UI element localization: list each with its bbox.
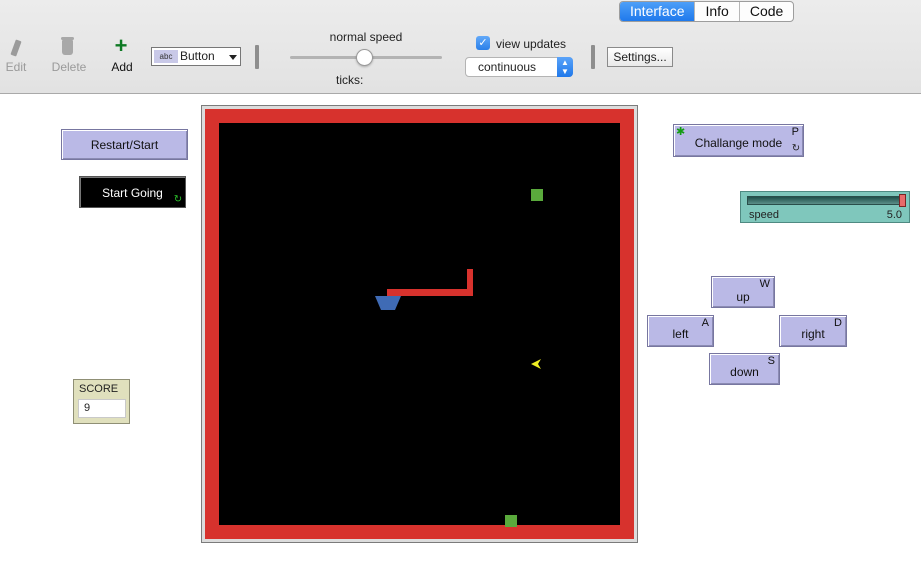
snake-body bbox=[387, 269, 473, 296]
forever-icon: ↻ bbox=[173, 194, 183, 205]
update-mode-select[interactable]: continuous ▲ ▼ bbox=[465, 57, 573, 77]
snake-head bbox=[375, 296, 401, 310]
trash-icon bbox=[61, 37, 74, 55]
world-view-frame bbox=[201, 105, 638, 543]
tab-bar: Interface Info Code bbox=[619, 1, 795, 22]
delete-button[interactable]: Delete bbox=[50, 60, 88, 74]
down-button[interactable]: S down bbox=[709, 353, 780, 385]
delete-label: Delete bbox=[51, 60, 87, 74]
down-label: down bbox=[730, 365, 759, 379]
challenge-mode-label: Challange mode bbox=[694, 136, 783, 150]
slider-name: speed bbox=[749, 209, 779, 221]
up-button[interactable]: W up bbox=[711, 276, 775, 308]
plus-icon: + bbox=[114, 33, 128, 58]
forever-icon: ↻ bbox=[791, 143, 801, 154]
start-going-button[interactable]: Start Going ↻ bbox=[79, 176, 186, 208]
add-button[interactable]: Add bbox=[108, 60, 136, 74]
arrow-agent bbox=[531, 359, 541, 369]
widget-type-value: Button bbox=[180, 49, 215, 63]
select-arrows-icon: ▲ ▼ bbox=[557, 57, 573, 77]
score-monitor: SCORE 9 bbox=[73, 379, 130, 424]
world-canvas bbox=[205, 109, 634, 539]
score-value: 9 bbox=[78, 399, 126, 418]
restart-start-button[interactable]: Restart/Start bbox=[61, 129, 188, 160]
score-name: SCORE bbox=[79, 383, 119, 395]
restart-start-label: Restart/Start bbox=[90, 138, 159, 152]
toolbar: Interface Info Code Edit Delete + Add ab… bbox=[0, 0, 921, 94]
right-label: right bbox=[801, 327, 825, 341]
border-wall bbox=[205, 109, 634, 539]
food-item bbox=[531, 189, 543, 201]
update-mode-value: continuous bbox=[478, 60, 537, 74]
slider-track[interactable] bbox=[747, 196, 904, 205]
tab-code[interactable]: Code bbox=[738, 2, 793, 21]
add-label: Add bbox=[111, 60, 133, 74]
chevron-down-icon bbox=[229, 55, 237, 60]
slider-knob[interactable] bbox=[899, 194, 906, 207]
slider-value: 5.0 bbox=[886, 209, 902, 221]
up-key: W bbox=[759, 278, 770, 290]
start-going-label: Start Going bbox=[102, 186, 163, 200]
right-button[interactable]: D right bbox=[779, 315, 847, 347]
left-button[interactable]: A left bbox=[647, 315, 714, 347]
speed-slider-knob[interactable] bbox=[356, 49, 373, 66]
left-label: left bbox=[672, 327, 689, 341]
world-view[interactable] bbox=[205, 109, 634, 539]
view-updates-label: view updates bbox=[496, 37, 567, 51]
view-updates-checkbox[interactable]: ✓ bbox=[476, 36, 490, 50]
button-widget-icon: abc bbox=[154, 50, 178, 63]
edit-button[interactable]: Edit bbox=[5, 60, 27, 74]
toolbar-divider bbox=[255, 45, 259, 69]
tab-info[interactable]: Info bbox=[694, 2, 738, 21]
edit-label: Edit bbox=[5, 60, 27, 74]
up-label: up bbox=[736, 290, 750, 304]
speed-label: normal speed bbox=[329, 30, 403, 44]
ticks-label: ticks: bbox=[336, 73, 364, 87]
tab-interface[interactable]: Interface bbox=[620, 2, 695, 21]
speed-slider[interactable]: speed 5.0 bbox=[740, 191, 910, 223]
widget-type-select[interactable]: abc Button bbox=[151, 47, 241, 66]
toolbar-divider bbox=[591, 45, 595, 69]
pencil-icon bbox=[10, 39, 22, 57]
settings-button[interactable]: Settings... bbox=[607, 47, 673, 67]
challenge-mode-button[interactable]: ✱ P Challange mode ↻ bbox=[673, 124, 804, 157]
food-item bbox=[505, 515, 517, 527]
